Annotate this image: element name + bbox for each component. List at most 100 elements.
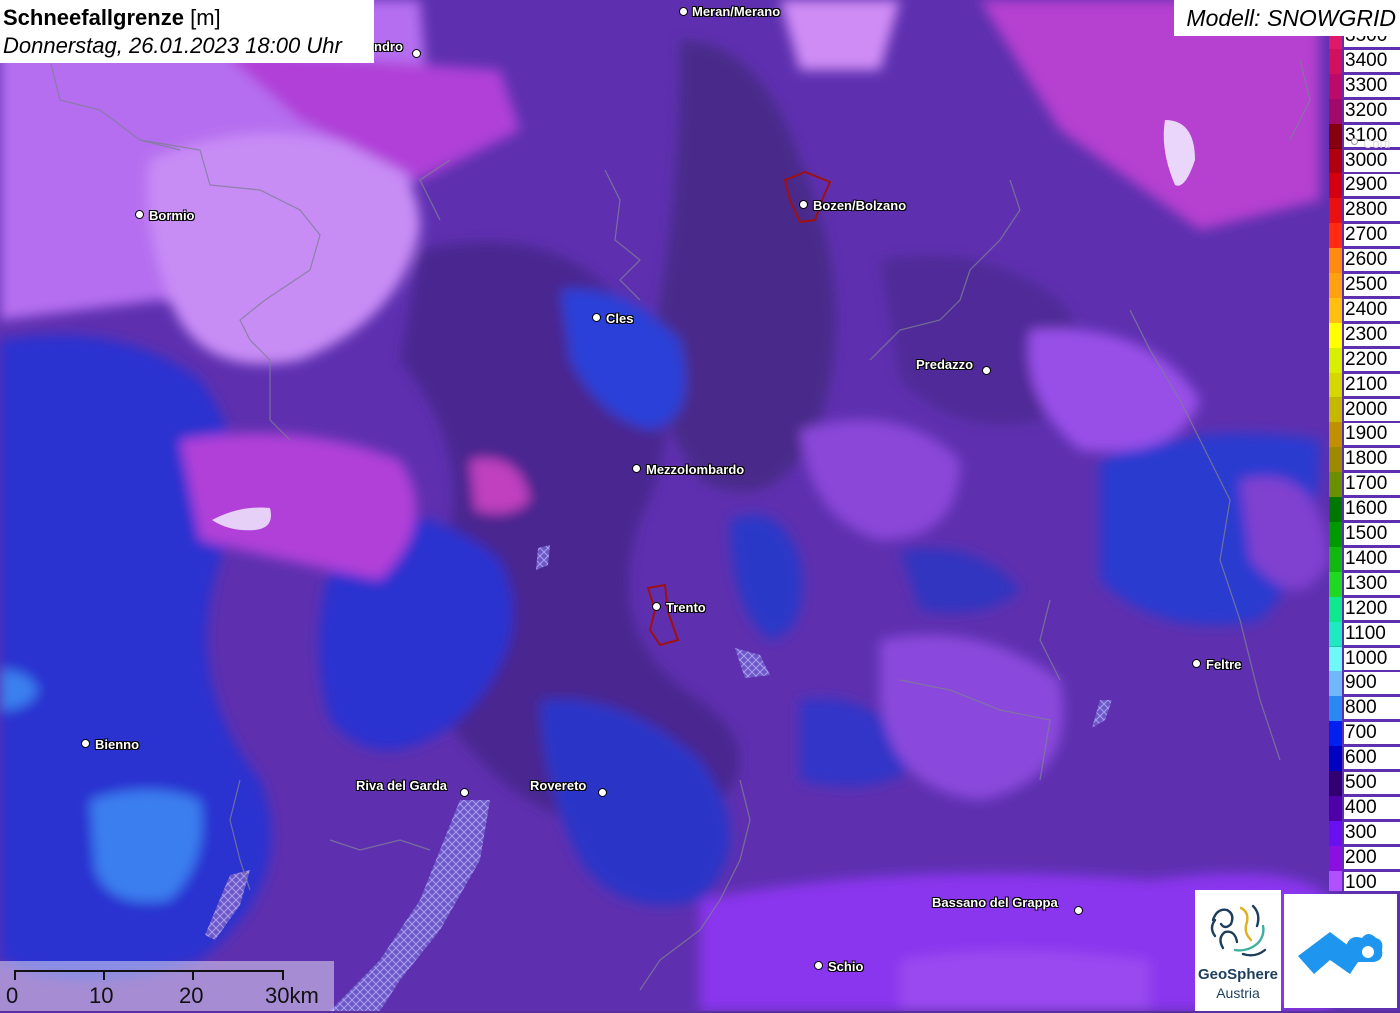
legend-swatch — [1329, 870, 1342, 891]
legend-label: 1300 — [1344, 572, 1400, 595]
map-title-text: Schneefallgrenze — [3, 5, 184, 30]
legend-entry: 2900 — [1328, 173, 1400, 200]
legend-swatch — [1329, 671, 1342, 698]
legend-entry: 700 — [1328, 721, 1400, 748]
map-title-box: Schneefallgrenze [m] Donnerstag, 26.01.2… — [0, 0, 374, 63]
geosphere-emblem-icon — [1210, 904, 1267, 957]
legend-entry: 200 — [1328, 845, 1400, 872]
legend-entry: 2200 — [1328, 347, 1400, 374]
legend-label: 3500 — [1344, 36, 1400, 47]
legend-swatch — [1329, 422, 1342, 449]
city-marker[interactable] — [1192, 659, 1201, 668]
legend-entry: 1500 — [1328, 522, 1400, 548]
scale-label: 30km — [265, 983, 319, 1008]
map-datetime: Donnerstag, 26.01.2023 18:00 Uhr — [3, 33, 342, 58]
city-marker[interactable] — [592, 313, 601, 322]
legend-swatch — [1329, 322, 1342, 349]
city-marker[interactable] — [679, 7, 688, 16]
scale-label: 10 — [89, 983, 114, 1008]
partner-logo[interactable] — [1284, 894, 1397, 1008]
legend-swatch — [1329, 771, 1342, 797]
legend-swatch — [1329, 223, 1342, 250]
legend-swatch — [1329, 472, 1342, 499]
legend-entry: 1100 — [1328, 621, 1400, 648]
legend-label: 2300 — [1344, 323, 1400, 346]
legend-swatch — [1329, 73, 1342, 100]
legend-entry: 1000 — [1328, 646, 1400, 673]
legend-swatch — [1329, 297, 1342, 324]
model-label: Modell: SNOWGRID — [1186, 5, 1396, 31]
legend-label: 800 — [1344, 697, 1400, 720]
legend-swatch — [1329, 646, 1342, 673]
legend-swatch — [1329, 98, 1342, 125]
legend-swatch — [1329, 497, 1342, 523]
snowfall-limit-map[interactable] — [0, 0, 1400, 1011]
city-marker[interactable] — [982, 366, 991, 375]
legend-entry: 2800 — [1328, 198, 1400, 225]
legend-label: 1100 — [1344, 622, 1400, 645]
legend-label: 2700 — [1344, 224, 1400, 247]
legend-label: 1800 — [1344, 448, 1400, 471]
map-title: Schneefallgrenze [m] — [3, 5, 221, 31]
city-label: Corti — [1363, 136, 1391, 151]
city-label: ndro — [374, 39, 403, 54]
legend-label: 300 — [1344, 821, 1400, 844]
legend-label: 900 — [1344, 672, 1400, 695]
legend-entry: 500 — [1328, 771, 1400, 797]
legend-swatch — [1329, 397, 1342, 424]
geosphere-sub: Austria — [1216, 985, 1260, 1001]
legend-label: 2500 — [1344, 274, 1400, 296]
legend-label: 1400 — [1344, 547, 1400, 570]
scale-tick — [14, 970, 16, 980]
legend-label: 700 — [1344, 722, 1400, 745]
city-marker[interactable] — [598, 788, 607, 797]
legend-swatch — [1329, 173, 1342, 200]
legend-entry: 3300 — [1328, 73, 1400, 100]
legend-label: 2600 — [1344, 249, 1400, 272]
geosphere-logo[interactable]: GeoSphere Austria — [1195, 890, 1281, 1011]
legend-label: 1500 — [1344, 523, 1400, 545]
legend-entry: 1600 — [1328, 497, 1400, 523]
legend-label: 400 — [1344, 796, 1400, 819]
legend-label: 1600 — [1344, 498, 1400, 521]
city-marker[interactable] — [135, 210, 144, 219]
legend-label: 1000 — [1344, 647, 1400, 670]
legend-entry: 2000 — [1328, 397, 1400, 424]
city-marker[interactable] — [81, 739, 90, 748]
legend-entry: 2300 — [1328, 322, 1400, 349]
legend-entry: 300 — [1328, 820, 1400, 847]
legend-entry: 3000 — [1328, 148, 1400, 175]
legend-entry: 2600 — [1328, 248, 1400, 274]
city-label: Meran/Merano — [692, 4, 781, 19]
legend-swatch — [1329, 621, 1342, 648]
legend-swatch — [1329, 36, 1342, 50]
legend-swatch — [1329, 820, 1342, 847]
city-label: Feltre — [1206, 657, 1242, 672]
legend-label: 2800 — [1344, 199, 1400, 222]
city-marker[interactable] — [460, 788, 469, 797]
city-label: Riva del Garda — [356, 778, 448, 793]
city-marker[interactable] — [799, 200, 808, 209]
scale-bar: 0 10 20 30km — [0, 961, 334, 1011]
legend-swatch — [1329, 721, 1342, 748]
legend-swatch — [1329, 273, 1342, 299]
legend-label: 1900 — [1344, 423, 1400, 446]
city-marker[interactable] — [1074, 906, 1083, 915]
legend-swatch — [1329, 123, 1342, 150]
legend-swatch — [1329, 347, 1342, 374]
city-label: Bienno — [95, 737, 140, 752]
legend-entry: 900 — [1328, 671, 1400, 698]
legend-entry: 1300 — [1328, 571, 1400, 598]
city-marker[interactable] — [632, 464, 641, 473]
city-label: Cles — [606, 311, 634, 326]
legend-label: 3200 — [1344, 99, 1400, 122]
city-marker[interactable] — [652, 602, 661, 611]
city-marker[interactable] — [412, 49, 421, 58]
city-marker[interactable] — [1351, 138, 1358, 145]
legend-swatch — [1329, 248, 1342, 274]
legend-entry: 2100 — [1328, 372, 1400, 399]
city-marker[interactable] — [814, 961, 823, 970]
legend-entry: 100 — [1328, 870, 1400, 891]
legend-swatch — [1329, 198, 1342, 225]
geosphere-name: GeoSphere — [1197, 966, 1279, 983]
